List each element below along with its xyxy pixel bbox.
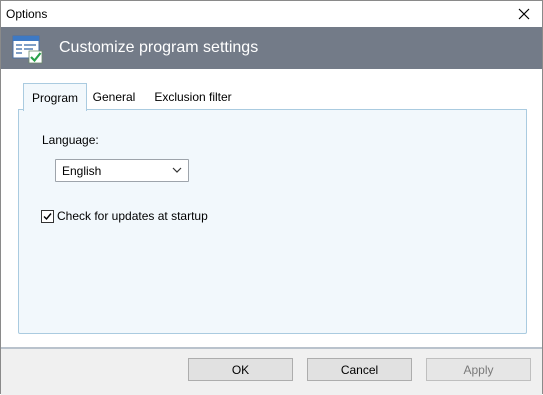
- language-selected-value: English: [62, 164, 102, 178]
- button-bar: OK Cancel Apply: [1, 347, 542, 395]
- apply-button[interactable]: Apply: [426, 358, 531, 381]
- header-banner: Customize program settings: [1, 27, 542, 69]
- chevron-down-icon: [172, 167, 182, 173]
- cancel-button[interactable]: Cancel: [307, 358, 412, 381]
- tab-general[interactable]: General: [87, 83, 141, 109]
- close-icon: [518, 8, 530, 20]
- ok-button[interactable]: OK: [188, 358, 293, 381]
- language-label: Language:: [42, 133, 99, 147]
- settings-window-icon: [12, 35, 43, 64]
- check-updates-checkbox[interactable]: [41, 210, 54, 223]
- content-area: Program General Exclusion filter Languag…: [1, 69, 542, 347]
- title-bar: Options: [1, 1, 542, 27]
- check-updates-label: Check for updates at startup: [57, 209, 208, 223]
- banner-title: Customize program settings: [59, 39, 259, 56]
- tab-program[interactable]: Program: [23, 83, 87, 111]
- close-button[interactable]: [506, 1, 542, 27]
- window-title: Options: [6, 7, 48, 21]
- options-window: Options Customize program settings Progr…: [0, 0, 543, 395]
- checkmark-icon: [43, 213, 52, 221]
- language-dropdown[interactable]: English: [55, 159, 189, 182]
- program-tab-panel: Language: English Check for updates at s…: [18, 109, 527, 334]
- tab-exclusion-filter[interactable]: Exclusion filter: [149, 83, 237, 109]
